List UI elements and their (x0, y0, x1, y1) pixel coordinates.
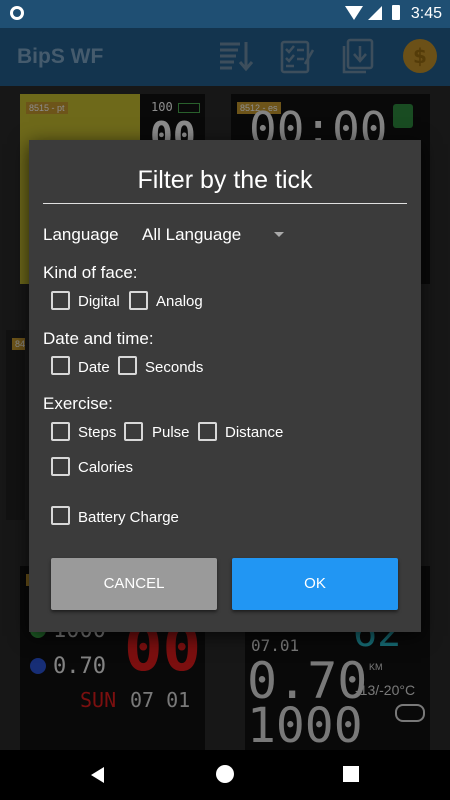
recent-apps-icon[interactable] (343, 766, 359, 782)
distance-label[interactable]: Distance (225, 424, 283, 441)
home-icon[interactable] (216, 765, 234, 783)
exercise-label: Exercise: (43, 394, 113, 413)
analog-checkbox[interactable] (129, 291, 148, 310)
signal-icon (368, 6, 382, 20)
dialog-title: Filter by the tick (137, 166, 313, 194)
cancel-button[interactable]: CANCEL (51, 558, 217, 610)
back-icon[interactable] (91, 767, 104, 783)
language-select[interactable]: All Language (142, 225, 241, 245)
ok-button[interactable]: OK (232, 558, 398, 610)
pulse-label[interactable]: Pulse (152, 424, 190, 441)
digital-checkbox[interactable] (51, 291, 70, 310)
date-label[interactable]: Date (78, 359, 110, 376)
seconds-label[interactable]: Seconds (145, 359, 203, 376)
calories-checkbox[interactable] (51, 457, 70, 476)
chevron-down-icon[interactable] (274, 232, 284, 237)
notification-icon (10, 6, 24, 20)
analog-label[interactable]: Analog (156, 293, 203, 310)
title-divider (43, 203, 407, 204)
language-label: Language (43, 225, 119, 244)
date-and-time-label: Date and time: (43, 329, 154, 348)
distance-checkbox[interactable] (198, 422, 217, 441)
seconds-checkbox[interactable] (118, 356, 137, 375)
date-checkbox[interactable] (51, 356, 70, 375)
pulse-checkbox[interactable] (124, 422, 143, 441)
kind-of-face-label: Kind of face: (43, 263, 138, 282)
battery-charge-checkbox[interactable] (51, 506, 70, 525)
filter-dialog: Filter by the tick Language All Language… (29, 140, 421, 632)
wifi-icon (345, 6, 363, 20)
battery-charge-label[interactable]: Battery Charge (78, 509, 179, 526)
steps-label[interactable]: Steps (78, 424, 116, 441)
navigation-bar (0, 750, 450, 800)
status-bar: 3:45 (0, 0, 450, 28)
battery-icon (392, 5, 400, 20)
digital-label[interactable]: Digital (78, 293, 120, 310)
steps-checkbox[interactable] (51, 422, 70, 441)
calories-label[interactable]: Calories (78, 459, 133, 476)
status-time: 3:45 (410, 5, 442, 22)
